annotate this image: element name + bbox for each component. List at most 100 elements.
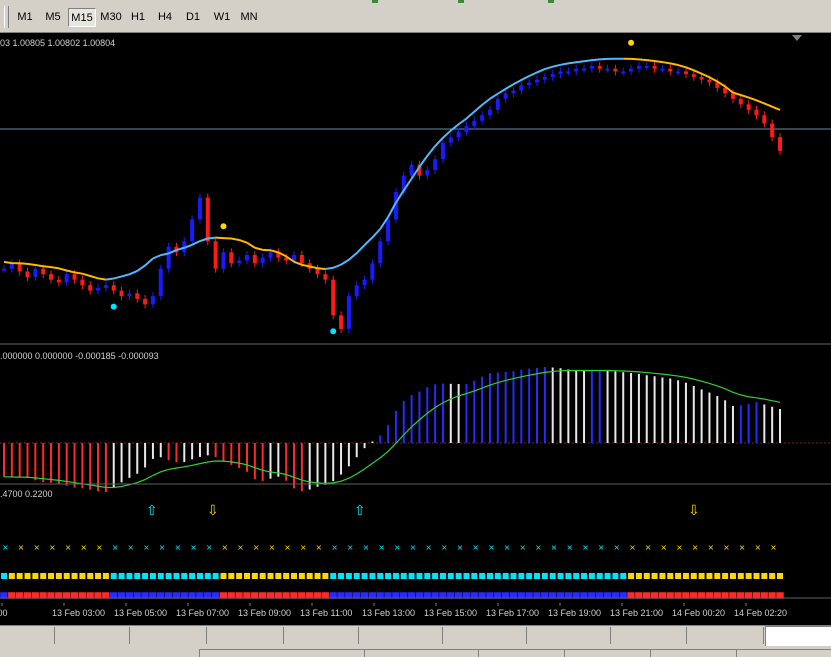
signal-square bbox=[196, 573, 203, 579]
timeframe-m1-button[interactable]: M1 bbox=[12, 8, 38, 27]
chart-canvas[interactable]: 03 1.00805 1.00802 1.00804 .000000 0.000… bbox=[0, 33, 831, 626]
signal-cross-mark: × bbox=[707, 543, 714, 552]
tab-usdjpy-h1[interactable] bbox=[687, 627, 764, 644]
candle-body bbox=[56, 279, 61, 283]
time-tick-label: 13 Feb 15:00 bbox=[424, 608, 477, 618]
tab-eurgbp-h1[interactable] bbox=[611, 627, 687, 644]
signal-square bbox=[189, 573, 196, 579]
tab-eurusd-m15[interactable] bbox=[443, 627, 527, 644]
signal-cross-mark: × bbox=[660, 543, 667, 552]
signal-square bbox=[706, 573, 713, 579]
signal-square bbox=[753, 573, 760, 579]
signal-square bbox=[565, 573, 572, 579]
candle-body bbox=[354, 285, 359, 297]
candle-body bbox=[495, 98, 500, 110]
signal-cross-mark: × bbox=[676, 543, 683, 552]
signal-square bbox=[8, 573, 15, 579]
candle-body bbox=[339, 315, 344, 329]
candle-body bbox=[472, 120, 477, 127]
candle-body bbox=[33, 268, 38, 277]
candle-body bbox=[64, 274, 69, 283]
signal-cross-mark: × bbox=[739, 543, 746, 552]
candle-body bbox=[652, 65, 657, 69]
candle-body bbox=[730, 93, 735, 99]
signal-cross-mark: × bbox=[598, 543, 605, 552]
signal-cross-mark: × bbox=[347, 543, 354, 552]
tab-usdchf-m15[interactable] bbox=[359, 627, 443, 644]
signal-square bbox=[24, 573, 31, 579]
tab-xagusd-h1[interactable] bbox=[284, 627, 359, 644]
status-low bbox=[650, 649, 736, 657]
candle-body bbox=[487, 109, 492, 116]
time-tick-label: 13 Feb 03:00 bbox=[52, 608, 105, 618]
signal-square bbox=[48, 573, 55, 579]
status-profile bbox=[199, 649, 364, 657]
timeframe-w1-button[interactable]: W1 bbox=[209, 8, 235, 27]
signal-square bbox=[573, 573, 580, 579]
signal-cross-mark: × bbox=[2, 543, 9, 552]
timeframe-m15-button[interactable]: M15 bbox=[68, 8, 96, 27]
sell-signal-dot bbox=[628, 39, 635, 46]
signal-square bbox=[675, 573, 682, 579]
tab-eurusd-h1[interactable] bbox=[207, 627, 284, 644]
time-tick-label: 13 Feb 09:00 bbox=[238, 608, 291, 618]
tab-usdchf-m15-active[interactable] bbox=[765, 626, 831, 646]
candle-body bbox=[433, 159, 438, 171]
signal-cross-mark: × bbox=[253, 543, 260, 552]
timeframe-m5-button[interactable]: M5 bbox=[40, 8, 66, 27]
timeframe-m30-button[interactable]: M30 bbox=[97, 8, 125, 27]
candle-body bbox=[213, 241, 218, 269]
candle-body bbox=[566, 71, 571, 74]
signal-square bbox=[635, 573, 642, 579]
signal-square bbox=[102, 573, 109, 579]
signal-cross-mark: × bbox=[457, 543, 464, 552]
signal-square bbox=[267, 573, 274, 579]
signal-square bbox=[338, 573, 345, 579]
signal-cross-mark: × bbox=[190, 543, 197, 552]
signal-square bbox=[682, 573, 689, 579]
signal-square bbox=[494, 573, 501, 579]
candle-body bbox=[197, 197, 202, 220]
candle-body bbox=[464, 126, 469, 132]
signal-square bbox=[439, 573, 446, 579]
candle-body bbox=[448, 137, 453, 143]
time-tick-label: 13 Feb 21:00 bbox=[610, 608, 663, 618]
timeframe-toolbar: M1 M5 M15 M30 H1 H4 D1 W1 MN bbox=[0, 0, 831, 33]
candle-body bbox=[456, 131, 461, 138]
signal-square bbox=[291, 573, 298, 579]
candle-body bbox=[205, 197, 210, 242]
signal-square bbox=[63, 573, 70, 579]
signal-square bbox=[722, 573, 729, 579]
chart-window[interactable]: 03 1.00805 1.00802 1.00804 .000000 0.000… bbox=[0, 33, 831, 626]
signal-square bbox=[134, 573, 141, 579]
timeframe-d1-button[interactable]: D1 bbox=[180, 8, 206, 27]
signal-cross-mark: × bbox=[582, 543, 589, 552]
signal-square bbox=[596, 573, 603, 579]
time-tick-label: 14 Feb 00:20 bbox=[672, 608, 725, 618]
signal-square bbox=[777, 573, 783, 579]
tab-usdchf-h4[interactable] bbox=[0, 627, 55, 644]
signal-square bbox=[55, 573, 62, 579]
toolbar-grip[interactable] bbox=[4, 6, 9, 28]
signal-cross-mark: × bbox=[206, 543, 213, 552]
timeframe-mn-button[interactable]: MN bbox=[237, 8, 261, 27]
signal-cross-mark: × bbox=[316, 543, 323, 552]
signal-square bbox=[769, 573, 776, 579]
tab-usdjpy-h4[interactable] bbox=[130, 627, 207, 644]
toolbar-edge-marker bbox=[458, 0, 464, 3]
down-arrow-icon: ⇩ bbox=[207, 503, 219, 519]
candle-body bbox=[150, 296, 155, 305]
signal-cross-mark: × bbox=[723, 543, 730, 552]
timeframe-h4-button[interactable]: H4 bbox=[153, 8, 177, 27]
tab-usdchf-m30[interactable] bbox=[527, 627, 611, 644]
signal-cross-mark: × bbox=[519, 543, 526, 552]
signal-square bbox=[651, 573, 658, 579]
signal-cross-mark: × bbox=[566, 543, 573, 552]
candle-body bbox=[88, 285, 93, 291]
signal-square bbox=[40, 573, 47, 579]
timeframe-h1-button[interactable]: H1 bbox=[126, 8, 150, 27]
signal-cross-mark: × bbox=[18, 543, 25, 552]
signal-square bbox=[526, 573, 533, 579]
tab-gbpusd-h4[interactable] bbox=[55, 627, 130, 644]
signal-square bbox=[400, 573, 407, 579]
